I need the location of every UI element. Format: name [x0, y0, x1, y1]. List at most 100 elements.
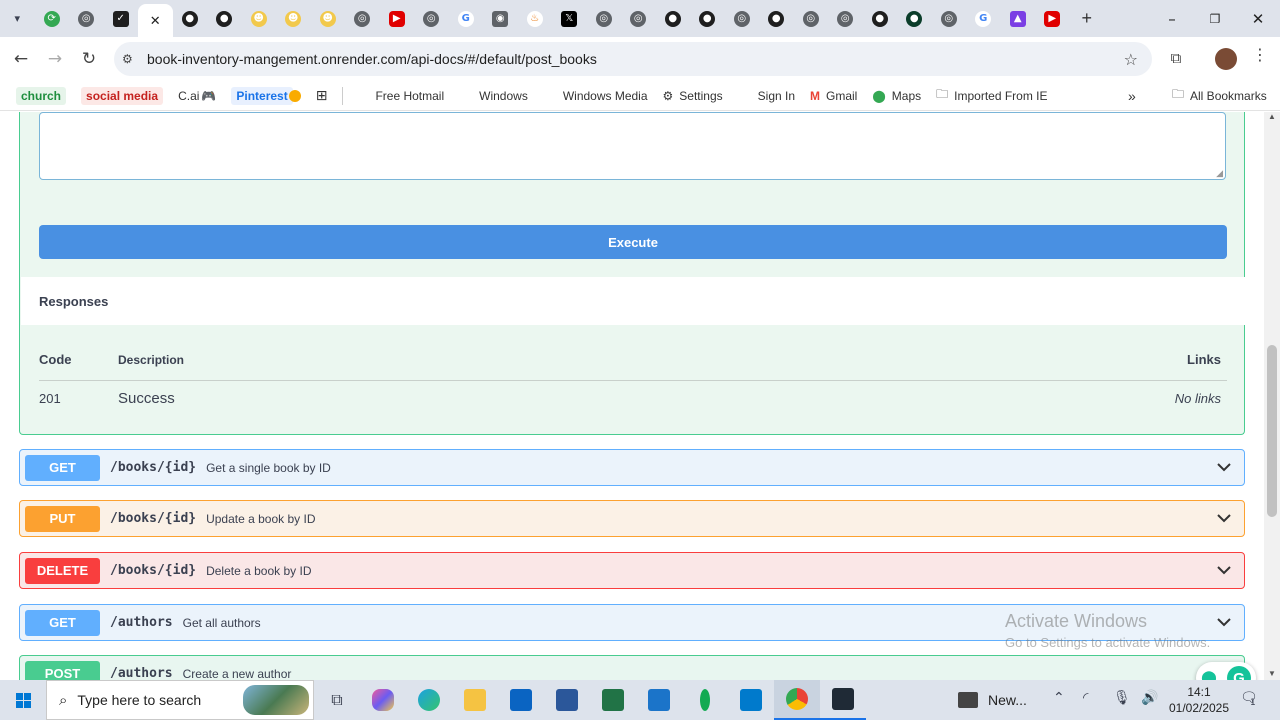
tab[interactable]: ◎ [621, 0, 656, 37]
forward-button[interactable]: → [38, 42, 72, 76]
apps-button[interactable]: ⊞ [310, 85, 334, 107]
operation-get-book-by-id[interactable]: GET /books/{id} Get a single book by ID [19, 449, 1245, 486]
tab[interactable]: ▶ [1035, 0, 1070, 37]
address-bar[interactable]: ⚙ book-inventory-mangement.onrender.com/… [114, 42, 1152, 76]
tab-search-button[interactable]: ▾ [0, 0, 35, 37]
tab[interactable]: ◎ [414, 0, 449, 37]
tab[interactable]: ♨ [518, 0, 553, 37]
tab[interactable]: G [966, 0, 1001, 37]
tab[interactable]: ◎ [587, 0, 622, 37]
tab-strip: ▾ ⟳ ◎ ✓ ✕ ● ● ☻ ☻ ☻ ◎ ▶ ◎ G ◉ ♨ 𝕏 ◎ ◎ ● … [0, 0, 1280, 37]
tab[interactable]: ◎ [828, 0, 863, 37]
bookmark-pinterest[interactable]: Pinterest [225, 85, 306, 107]
chrome-button[interactable] [774, 680, 820, 720]
volume-icon[interactable]: 🔊 [1141, 690, 1158, 706]
mail-button[interactable] [498, 680, 544, 720]
new-tab-button[interactable]: + [1070, 0, 1105, 37]
close-icon[interactable]: ✕ [150, 13, 161, 29]
url-text[interactable]: book-inventory-mangement.onrender.com/ap… [147, 51, 597, 67]
tab[interactable]: ☻ [311, 0, 346, 37]
tab[interactable]: ☻ [242, 0, 277, 37]
bookmark-church[interactable]: church [10, 85, 72, 107]
store-button[interactable] [636, 680, 682, 720]
bookmark-imported-from-ie[interactable]: 🗀 Imported From IE [930, 85, 1053, 107]
request-body-textarea[interactable]: ◢ [39, 112, 1226, 180]
wifi-icon[interactable]: ◜ [1083, 690, 1088, 706]
tab-active[interactable]: ✕ [138, 4, 173, 37]
extensions-button[interactable]: ⧉ [1163, 45, 1189, 71]
bookmark-cai[interactable]: C.ai 🎮 [172, 85, 222, 107]
tab[interactable]: 𝕏 [552, 0, 587, 37]
clock[interactable]: 14:1 01/02/2025 [1168, 684, 1230, 716]
restore-button[interactable]: ❐ [1193, 0, 1237, 37]
tab[interactable]: ◎ [69, 0, 104, 37]
close-window-button[interactable]: ✕ [1236, 0, 1280, 37]
tab[interactable]: ● [897, 0, 932, 37]
tab[interactable]: ☻ [276, 0, 311, 37]
tab[interactable]: ◎ [345, 0, 380, 37]
tab[interactable]: ◎ [794, 0, 829, 37]
tab[interactable]: ⟳ [35, 0, 70, 37]
star-icon[interactable]: ☆ [1124, 50, 1138, 69]
tab[interactable]: ● [207, 0, 242, 37]
scrollbar-thumb[interactable] [1267, 345, 1277, 517]
bookmark-sign-in[interactable]: Sign In [732, 85, 801, 107]
bookmark-windows-media[interactable]: Windows Media [537, 85, 654, 107]
scroll-down-arrow-icon[interactable]: ▼ [1268, 669, 1276, 678]
chevron-down-icon[interactable] [1216, 459, 1232, 475]
page-scrollbar[interactable]: ▲ ▼ [1264, 112, 1280, 680]
bookmark-gmail[interactable]: M Gmail [804, 85, 863, 107]
file-explorer-button[interactable] [452, 680, 498, 720]
chevron-down-icon[interactable] [1216, 614, 1232, 630]
chevron-down-icon[interactable] [1216, 562, 1232, 578]
site-info-icon[interactable]: ⚙ [122, 52, 133, 66]
store-icon [648, 689, 670, 711]
profile-avatar[interactable] [1215, 48, 1237, 70]
menu-button[interactable]: ⋮ [1252, 45, 1268, 64]
mongodb-button[interactable] [682, 680, 728, 720]
tab[interactable]: ● [173, 0, 208, 37]
tab[interactable]: ● [759, 0, 794, 37]
start-button[interactable] [0, 680, 46, 720]
edge-button[interactable] [406, 680, 452, 720]
tab[interactable]: ◎ [932, 0, 967, 37]
tab[interactable]: ● [863, 0, 898, 37]
tab[interactable]: G [449, 0, 484, 37]
bookmark-windows[interactable]: Windows [453, 85, 534, 107]
chevron-down-icon[interactable] [1216, 510, 1232, 526]
reload-button[interactable]: ↻ [72, 42, 106, 76]
execute-button[interactable]: Execute [39, 225, 1227, 259]
taskbar-search[interactable]: ⌕ Type here to search [46, 680, 314, 720]
more-bookmarks-button[interactable]: » [1122, 85, 1142, 107]
tab[interactable]: ● [690, 0, 725, 37]
operation-post-authors[interactable]: POST /authors Create a new author [19, 655, 1245, 680]
bookmark-social-media[interactable]: social media [75, 85, 169, 107]
tab[interactable]: ◉ [483, 0, 518, 37]
tab[interactable]: ✓ [104, 0, 139, 37]
resize-handle-icon[interactable]: ◢ [1216, 168, 1223, 179]
bookmark-settings[interactable]: ⚙ Settings [657, 85, 729, 107]
bookmark-free-hotmail[interactable]: Free Hotmail [349, 85, 450, 107]
all-bookmarks-button[interactable]: 🗀 All Bookmarks [1166, 85, 1273, 107]
tab[interactable]: ▶ [380, 0, 415, 37]
operation-delete-book-by-id[interactable]: DELETE /books/{id} Delete a book by ID [19, 552, 1245, 589]
github-icon: ● [216, 10, 233, 27]
show-hidden-icons-chevron-icon[interactable]: ⌃ [1053, 690, 1065, 706]
back-button[interactable]: ← [4, 42, 38, 76]
word-button[interactable] [544, 680, 590, 720]
excel-button[interactable] [590, 680, 636, 720]
tab[interactable]: ▲ [1001, 0, 1036, 37]
vscode-button[interactable] [728, 680, 774, 720]
bookmark-maps[interactable]: ⬤ Maps [866, 85, 927, 107]
news-widget[interactable]: New... [958, 680, 1027, 720]
task-view-button[interactable]: ⧉ [314, 680, 360, 720]
microphone-icon[interactable]: 🎙 [1113, 690, 1131, 706]
notification-center-button[interactable]: 🗨 1 [1240, 690, 1258, 708]
copilot-button[interactable] [360, 680, 406, 720]
operation-put-book-by-id[interactable]: PUT /books/{id} Update a book by ID [19, 500, 1245, 537]
tab[interactable]: ● [656, 0, 691, 37]
tab[interactable]: ◎ [725, 0, 760, 37]
minimize-button[interactable]: – [1150, 0, 1194, 37]
scroll-up-arrow-icon[interactable]: ▲ [1268, 112, 1276, 121]
terminal-button[interactable] [820, 680, 866, 720]
